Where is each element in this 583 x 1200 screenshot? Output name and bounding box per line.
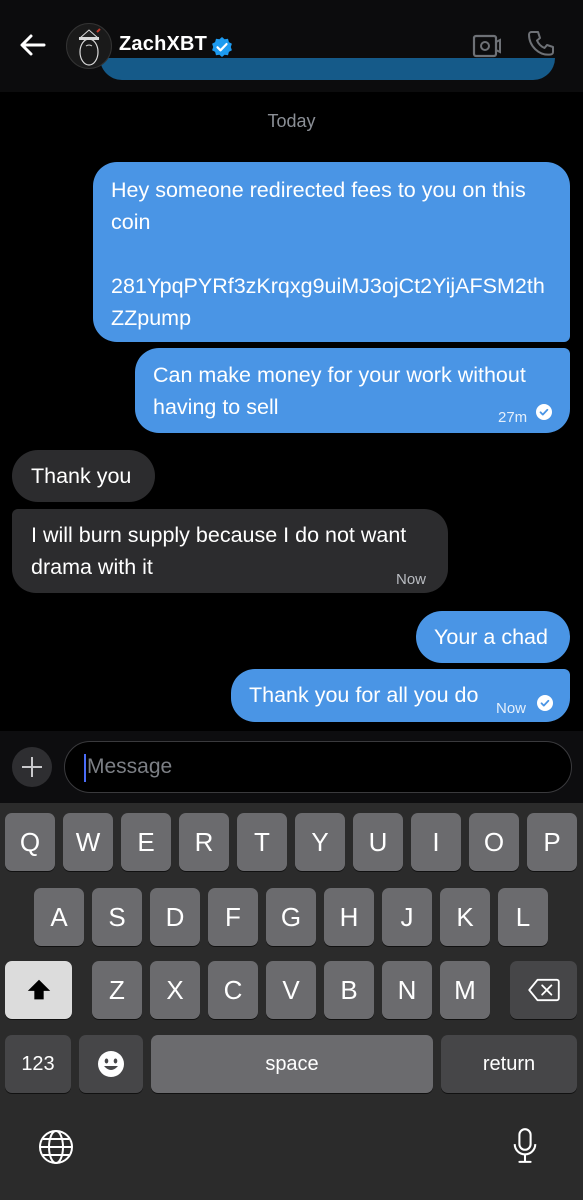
message-bubble-incoming[interactable]: I will burn supply because I do not want… bbox=[12, 509, 448, 593]
back-arrow-icon[interactable] bbox=[16, 28, 50, 62]
message-bubble-outgoing[interactable]: Your a chad bbox=[416, 611, 570, 663]
check-icon bbox=[537, 695, 553, 711]
key-p[interactable]: P bbox=[527, 813, 577, 871]
avatar[interactable] bbox=[66, 23, 112, 69]
chat-header: ZachXBT bbox=[0, 0, 583, 92]
key-n[interactable]: N bbox=[382, 961, 432, 1019]
plus-icon[interactable] bbox=[12, 747, 52, 787]
key-s[interactable]: S bbox=[92, 888, 142, 946]
keyboard: Q W E R T Y U I O P A S D F G H J K L Z … bbox=[0, 803, 583, 1200]
avatar-detective-icon bbox=[78, 28, 101, 66]
check-icon bbox=[536, 404, 552, 420]
contact-name[interactable]: ZachXBT bbox=[119, 33, 207, 56]
message-input[interactable]: Message bbox=[64, 741, 572, 793]
emoji-key[interactable] bbox=[79, 1035, 143, 1093]
message-bubble-outgoing[interactable]: Hey someone redirected fees to you on th… bbox=[93, 162, 570, 342]
message-placeholder: Message bbox=[87, 755, 173, 778]
numbers-key[interactable]: 123 bbox=[5, 1035, 71, 1093]
key-w[interactable]: W bbox=[63, 813, 113, 871]
shift-key[interactable] bbox=[5, 961, 72, 1019]
key-j[interactable]: J bbox=[382, 888, 432, 946]
microphone-icon[interactable] bbox=[511, 1126, 539, 1166]
shift-icon bbox=[27, 979, 50, 1000]
message-bubble-incoming[interactable]: Thank you bbox=[12, 450, 155, 502]
scrolled-bubble-peek bbox=[100, 58, 555, 80]
message-timestamp: Now bbox=[396, 571, 427, 588]
key-g[interactable]: G bbox=[266, 888, 316, 946]
key-q[interactable]: Q bbox=[5, 813, 55, 871]
key-y[interactable]: Y bbox=[295, 813, 345, 871]
message-timestamp: Now bbox=[496, 700, 527, 717]
message-text: I will burn supply because I do not want… bbox=[31, 523, 407, 579]
message-text: Your a chad bbox=[434, 625, 548, 649]
date-separator: Today bbox=[267, 111, 316, 131]
backspace-icon bbox=[527, 978, 560, 1002]
key-a[interactable]: A bbox=[34, 888, 84, 946]
message-bubble-outgoing[interactable]: Thank you for all you do Now bbox=[231, 669, 570, 722]
key-i[interactable]: I bbox=[411, 813, 461, 871]
key-e[interactable]: E bbox=[121, 813, 171, 871]
space-key[interactable]: space bbox=[151, 1035, 433, 1093]
message-text: Hey someone redirected fees to you on th… bbox=[111, 178, 545, 330]
message-bubble-outgoing[interactable]: Can make money for your work without hav… bbox=[135, 348, 570, 433]
return-key[interactable]: return bbox=[441, 1035, 577, 1093]
key-c[interactable]: C bbox=[208, 961, 258, 1019]
key-l[interactable]: L bbox=[498, 888, 548, 946]
text-caret bbox=[84, 754, 86, 782]
key-u[interactable]: U bbox=[353, 813, 403, 871]
key-k[interactable]: K bbox=[440, 888, 490, 946]
key-x[interactable]: X bbox=[150, 961, 200, 1019]
key-f[interactable]: F bbox=[208, 888, 258, 946]
phone-icon[interactable] bbox=[526, 29, 556, 59]
globe-icon[interactable] bbox=[38, 1129, 74, 1165]
key-z[interactable]: Z bbox=[92, 961, 142, 1019]
verified-icon bbox=[212, 37, 232, 57]
key-h[interactable]: H bbox=[324, 888, 374, 946]
key-o[interactable]: O bbox=[469, 813, 519, 871]
emoji-icon bbox=[98, 1051, 124, 1077]
key-m[interactable]: M bbox=[440, 961, 490, 1019]
backspace-key[interactable] bbox=[510, 961, 577, 1019]
key-r[interactable]: R bbox=[179, 813, 229, 871]
key-t[interactable]: T bbox=[237, 813, 287, 871]
message-text: Can make money for your work without hav… bbox=[153, 363, 526, 419]
key-d[interactable]: D bbox=[150, 888, 200, 946]
key-v[interactable]: V bbox=[266, 961, 316, 1019]
key-b[interactable]: B bbox=[324, 961, 374, 1019]
message-timestamp: 27m bbox=[498, 409, 528, 426]
video-call-icon[interactable] bbox=[472, 31, 502, 61]
message-text: Thank you bbox=[31, 464, 132, 488]
